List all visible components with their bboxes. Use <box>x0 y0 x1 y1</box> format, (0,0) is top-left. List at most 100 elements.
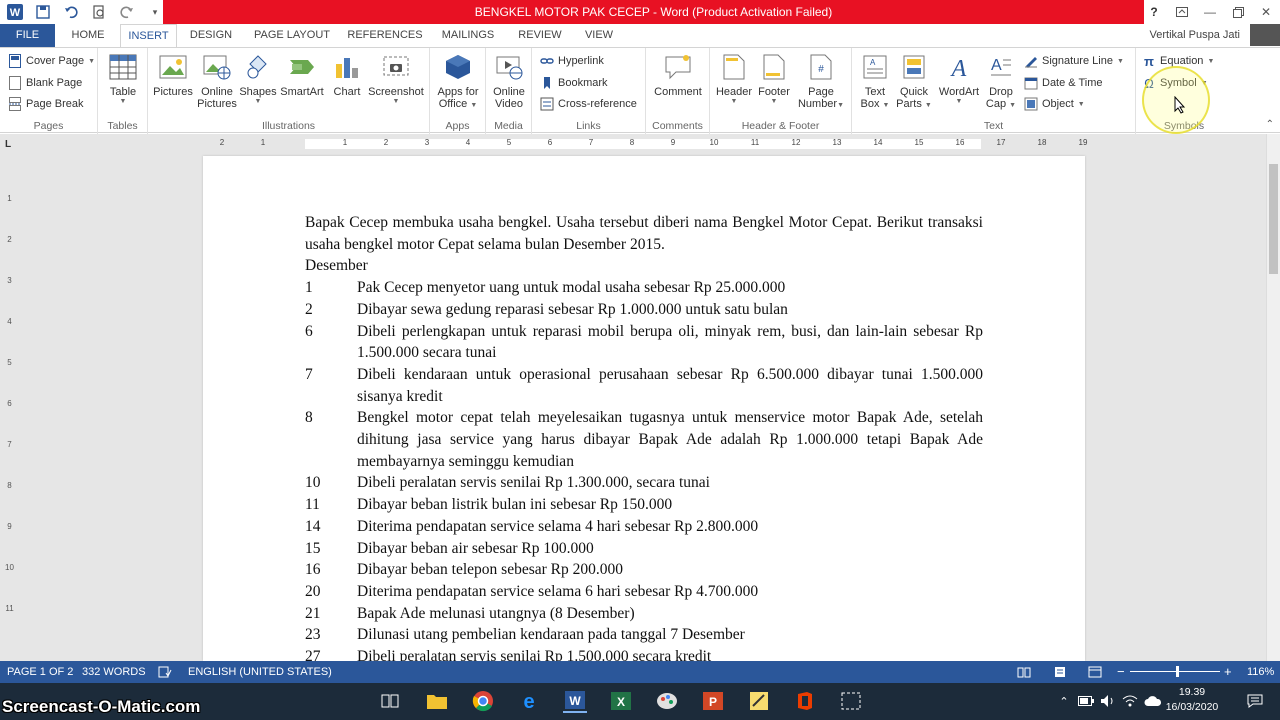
smartart-button[interactable]: SmartArt <box>277 52 327 98</box>
transaction-row[interactable]: 1 Pak Cecep menyetor uang untuk modal usa… <box>305 277 983 299</box>
screenshot-button[interactable]: Screenshot ▼ <box>365 52 427 105</box>
horizontal-ruler[interactable]: 2 1 1 2 3 4 5 6 7 8 9 10 11 12 13 14 15 16 17 18 19 <box>200 137 1087 151</box>
volume-icon[interactable] <box>1099 689 1117 713</box>
system-clock[interactable]: 19.39 16/03/2020 <box>1152 685 1232 715</box>
cross-reference-button[interactable]: Cross-reference <box>540 94 637 114</box>
document-page[interactable]: Bapak Cecep membuka usaha bengkel. Usaha… <box>203 156 1085 661</box>
redo-icon[interactable] <box>118 3 136 21</box>
word-count[interactable]: 332 WORDS <box>82 661 146 683</box>
cover-page-button[interactable]: Cover Page ▼ <box>8 51 95 71</box>
transaction-row[interactable]: 2 Dibayar sewa gedung reparasi sebesar Rp… <box>305 299 983 321</box>
wordart-button[interactable]: A WordArt ▼ <box>934 52 984 105</box>
print-preview-icon[interactable] <box>90 3 108 21</box>
tab-review[interactable]: REVIEW <box>512 24 568 47</box>
month-heading[interactable]: Desember <box>305 255 983 277</box>
tab-selector[interactable]: L <box>5 139 17 151</box>
symbol-button[interactable]: Ω Symbol ▼ <box>1142 73 1207 93</box>
zoom-level[interactable]: 116% <box>1247 661 1274 683</box>
print-layout-icon[interactable] <box>1053 661 1067 683</box>
office-icon[interactable] <box>793 689 817 713</box>
wifi-icon[interactable] <box>1121 689 1139 713</box>
tab-view[interactable]: VIEW <box>578 24 620 47</box>
apps-for-office-button[interactable]: Apps for Office ▼ <box>433 52 483 110</box>
close-icon[interactable]: ✕ <box>1252 0 1280 24</box>
tab-file[interactable]: FILE <box>0 24 55 47</box>
blank-page-button[interactable]: Blank Page <box>8 73 82 93</box>
notifications-icon[interactable] <box>1243 689 1267 713</box>
quick-parts-button[interactable]: Quick Parts ▼ <box>894 52 934 110</box>
paint-icon[interactable] <box>655 689 679 713</box>
minimize-icon[interactable]: — <box>1196 0 1224 24</box>
web-layout-icon[interactable] <box>1088 661 1102 683</box>
powerpoint-taskbar-icon[interactable]: P <box>701 689 725 713</box>
transaction-row[interactable]: 7 Dibeli kendaraan untuk operasional peru… <box>305 364 983 407</box>
transaction-row[interactable]: 8 Bengkel motor cepat telah meyelesaikan … <box>305 407 983 472</box>
tab-mailings[interactable]: MAILINGS <box>434 24 502 47</box>
vertical-ruler[interactable]: 1 2 3 4 5 6 7 8 9 10 11 <box>3 156 16 661</box>
zoom-slider[interactable] <box>1130 661 1220 683</box>
show-hidden-icons-icon[interactable]: ⌃ <box>1056 689 1072 713</box>
chrome-icon[interactable] <box>471 689 495 713</box>
chart-button[interactable]: Chart <box>329 52 365 98</box>
page-break-button[interactable]: Page Break <box>8 94 83 114</box>
tab-home[interactable]: HOME <box>63 24 113 47</box>
collapse-ribbon-icon[interactable]: ⌃ <box>1266 119 1274 130</box>
transaction-row[interactable]: 16 Dibayar beban telepon sebesar Rp 200.0… <box>305 559 983 581</box>
scrollbar-thumb[interactable] <box>1269 164 1278 274</box>
header-button[interactable]: Header ▼ <box>714 52 754 105</box>
snipping-tool-icon[interactable] <box>839 689 863 713</box>
transaction-row[interactable]: 27 Dibeli peralatan servis senilai Rp 1.5… <box>305 646 983 661</box>
language-indicator[interactable]: ENGLISH (UNITED STATES) <box>188 661 332 683</box>
pictures-button[interactable]: Pictures <box>151 52 195 98</box>
signature-line-button[interactable]: Signature Line ▼ <box>1024 51 1124 71</box>
transaction-row[interactable]: 11 Dibayar beban listrik bulan ini sebesa… <box>305 494 983 516</box>
drop-cap-button[interactable]: A Drop Cap ▼ <box>984 52 1018 110</box>
bookmark-button[interactable]: Bookmark <box>540 73 608 93</box>
transaction-row[interactable]: 23 Dilunasi utang pembelian kendaraan pad… <box>305 624 983 646</box>
footer-button[interactable]: Footer ▼ <box>754 52 794 105</box>
transaction-row[interactable]: 21 Bapak Ade melunasi utangnya (8 Desembe… <box>305 603 983 625</box>
object-button[interactable]: Object ▼ <box>1024 94 1085 114</box>
comment-button[interactable]: Comment <box>650 52 706 98</box>
page-count[interactable]: PAGE 1 OF 2 <box>7 661 73 683</box>
online-pictures-button[interactable]: Online Pictures <box>195 52 239 110</box>
customize-qat-icon[interactable]: ▾ <box>146 3 164 21</box>
task-view-icon[interactable] <box>378 689 402 713</box>
battery-icon[interactable] <box>1077 689 1095 713</box>
page-number-button[interactable]: # Page Number▼ <box>794 52 848 110</box>
transaction-row[interactable]: 6 Dibeli perlengkapan untuk reparasi mobi… <box>305 321 983 364</box>
shapes-button[interactable]: Shapes ▼ <box>239 52 277 105</box>
help-icon[interactable]: ? <box>1140 0 1168 24</box>
undo-icon[interactable] <box>62 3 80 21</box>
intro-paragraph[interactable]: Bapak Cecep membuka usaha bengkel. Usaha… <box>305 212 983 255</box>
file-explorer-icon[interactable] <box>425 689 449 713</box>
edge-icon[interactable]: e <box>517 689 541 713</box>
transaction-row[interactable]: 15 Dibayar beban air sebesar Rp 100.000 <box>305 538 983 560</box>
transaction-row[interactable]: 20 Diterima pendapatan service selama 6 h… <box>305 581 983 603</box>
tab-page-layout[interactable]: PAGE LAYOUT <box>248 24 336 47</box>
sticky-notes-icon[interactable] <box>747 689 771 713</box>
date-time-button[interactable]: Date & Time <box>1024 73 1103 93</box>
transaction-row[interactable]: 14 Diterima pendapatan service selama 4 h… <box>305 516 983 538</box>
text-box-button[interactable]: A Text Box ▼ <box>856 52 894 110</box>
hyperlink-button[interactable]: Hyperlink <box>540 51 604 71</box>
table-button[interactable]: Table ▼ <box>106 52 140 105</box>
zoom-in-icon[interactable]: + <box>1224 661 1232 683</box>
equation-button[interactable]: π Equation ▼ <box>1142 51 1214 71</box>
tab-insert[interactable]: INSERT <box>120 24 177 48</box>
vertical-scrollbar[interactable] <box>1266 134 1280 661</box>
excel-taskbar-icon[interactable]: X <box>609 689 633 713</box>
word-taskbar-icon[interactable]: W <box>563 689 587 713</box>
user-avatar[interactable] <box>1250 24 1280 46</box>
ribbon-display-options-icon[interactable] <box>1168 0 1196 24</box>
save-icon[interactable] <box>34 3 52 21</box>
proofing-icon[interactable] <box>158 661 172 683</box>
online-video-button[interactable]: Online Video <box>488 52 530 110</box>
tab-design[interactable]: DESIGN <box>184 24 238 47</box>
restore-icon[interactable] <box>1224 0 1252 24</box>
transaction-row[interactable]: 10 Dibeli peralatan servis senilai Rp 1.3… <box>305 472 983 494</box>
user-account[interactable]: Vertikal Puspa Jati <box>1150 24 1241 46</box>
document-body[interactable]: Bapak Cecep membuka usaha bengkel. Usaha… <box>305 212 983 661</box>
tab-references[interactable]: REFERENCES <box>346 24 424 47</box>
zoom-out-icon[interactable]: − <box>1117 661 1125 683</box>
